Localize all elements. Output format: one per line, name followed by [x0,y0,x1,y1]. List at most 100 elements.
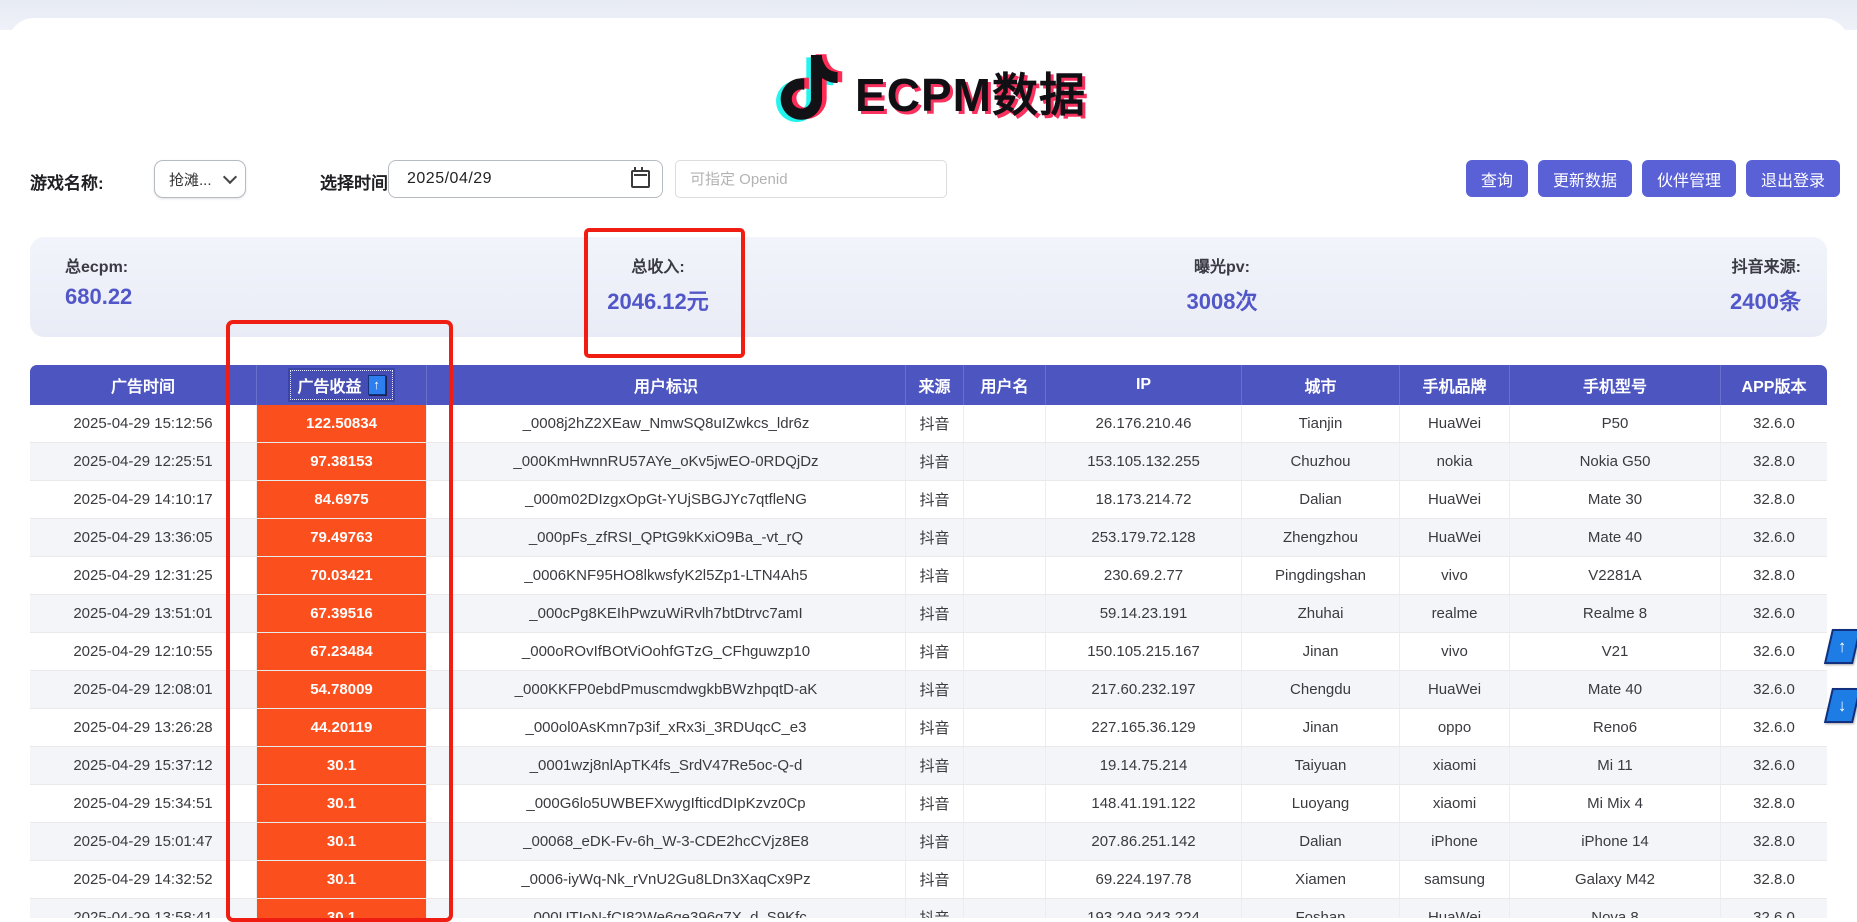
logout-button[interactable]: 退出登录 [1746,160,1840,197]
revenue-sort-control[interactable]: 广告收益↑ [290,370,392,400]
up-arrow-icon: ↑ [1838,637,1847,657]
table-cell: 2025-04-29 12:08:01 [30,671,257,708]
stat-label: 曝光pv: [1122,253,1322,277]
table-cell: 抖音 [906,709,964,746]
col-username: 用户名 [964,365,1046,405]
partner-manage-button[interactable]: 伙伴管理 [1642,160,1736,197]
table-cell: _000pFs_zfRSI_QPtG9kKxiO9Ba_-vt_rQ [427,519,906,556]
table-cell: _000oROvIfBOtViOohfGTzG_CFhguwzp10 [427,633,906,670]
table-row: 2025-04-29 15:37:1230.1_0001wzj8nlApTK4f… [30,747,1827,785]
table-cell: _000m02DIzgxOpGt-YUjSBGJYc7qtfleNG [427,481,906,518]
table-cell: Pingdingshan [1242,557,1400,594]
table-cell: 32.6.0 [1721,405,1827,442]
table-cell: Mi Mix 4 [1510,785,1721,822]
revenue-cell: 67.23484 [257,633,427,670]
table-cell: vivo [1400,557,1510,594]
table-cell: vivo [1400,633,1510,670]
table-cell: 抖音 [906,633,964,670]
stat-exposure-pv: 曝光pv: 3008次 [1122,253,1322,316]
table-row: 2025-04-29 14:10:1784.6975_000m02DIzgxOp… [30,481,1827,519]
calendar-icon[interactable] [631,170,650,188]
revenue-cell: 97.38153 [257,443,427,480]
stat-label: 抖音来源: [1601,253,1801,277]
table-cell: xiaomi [1400,785,1510,822]
table-cell: 148.41.191.122 [1046,785,1242,822]
table-cell [964,785,1046,822]
revenue-cell: 30.1 [257,861,427,898]
table-cell [964,861,1046,898]
table-cell: 32.8.0 [1721,861,1827,898]
table-cell: 150.105.215.167 [1046,633,1242,670]
date-value: 2025/04/29 [407,170,631,188]
table-cell: _000KKFP0ebdPmuscmdwgkbBWzhpqtD-aK [427,671,906,708]
table-cell: 2025-04-29 13:36:05 [30,519,257,556]
table-row: 2025-04-29 15:34:5130.1_000G6lo5UWBEFXwy… [30,785,1827,823]
table-cell [964,481,1046,518]
table-cell: 32.8.0 [1721,785,1827,822]
revenue-cell: 30.1 [257,823,427,860]
table-cell: iPhone 14 [1510,823,1721,860]
col-ip: IP [1046,365,1242,405]
col-ad-revenue[interactable]: 广告收益↑ [257,365,427,405]
table-cell [964,557,1046,594]
table-cell: 2025-04-29 15:12:56 [30,405,257,442]
stat-value: 3008次 [1122,284,1322,316]
revenue-cell: 30.1 [257,747,427,784]
query-button[interactable]: 查询 [1466,160,1528,197]
table-cell: 2025-04-29 15:34:51 [30,785,257,822]
col-user-id: 用户标识 [427,365,906,405]
game-select[interactable]: 抢滩... [154,160,246,198]
table-cell: 抖音 [906,595,964,632]
revenue-cell: 30.1 [257,785,427,822]
table-row: 2025-04-29 13:26:2844.20119_000ol0AsKmn7… [30,709,1827,747]
down-arrow-icon: ↓ [1838,696,1847,716]
table-cell [964,519,1046,556]
page-header: ECPM数据 [8,44,1849,140]
revenue-cell: 30.1 [257,899,427,918]
table-cell: Dalian [1242,823,1400,860]
table-cell: _0006-iyWq-Nk_rVnU2Gu8LDn3XaqCx9Pz [427,861,906,898]
table-cell: 抖音 [906,671,964,708]
table-cell: 抖音 [906,747,964,784]
table-cell: 227.165.36.129 [1046,709,1242,746]
table-cell: Taiyuan [1242,747,1400,784]
table-cell: _0008j2hZ2XEaw_NmwSQ8uIZwkcs_ldr6z [427,405,906,442]
game-select-value: 抢滩... [169,169,225,190]
table-row: 2025-04-29 12:25:5197.38153_000KmHwnnRU5… [30,443,1827,481]
table-cell: 32.8.0 [1721,481,1827,518]
table-cell: _000KmHwnnRU57AYe_oKv5jwEO-0RDQjDz [427,443,906,480]
table-cell: 18.173.214.72 [1046,481,1242,518]
table-cell: _000UTIoN-fCI82We6ge396g7X_d_S9Kfc [427,899,906,918]
table-cell [964,633,1046,670]
table-cell: 2025-04-29 13:58:41 [30,899,257,918]
refresh-data-button[interactable]: 更新数据 [1538,160,1632,197]
table-cell: 抖音 [906,899,964,918]
stat-label: 总ecpm: [65,253,132,277]
action-buttons: 查询 更新数据 伙伴管理 退出登录 [1466,160,1840,197]
revenue-cell: 67.39516 [257,595,427,632]
table-row: 2025-04-29 12:08:0154.78009_000KKFP0ebdP… [30,671,1827,709]
table-cell: 253.179.72.128 [1046,519,1242,556]
table-cell: HuaWei [1400,519,1510,556]
table-cell: V2281A [1510,557,1721,594]
table-cell: HuaWei [1400,899,1510,918]
table-cell: 抖音 [906,861,964,898]
openid-input[interactable] [675,160,947,198]
table-cell: Mate 40 [1510,671,1721,708]
table-cell: Mate 30 [1510,481,1721,518]
table-row: 2025-04-29 12:10:5567.23484_000oROvIfBOt… [30,633,1827,671]
date-input[interactable]: 2025/04/29 [388,160,663,198]
table-row: 2025-04-29 13:51:0167.39516_000cPg8KEIhP… [30,595,1827,633]
table-cell: 32.6.0 [1721,633,1827,670]
col-ad-time: 广告时间 [30,365,257,405]
table-cell: 2025-04-29 15:37:12 [30,747,257,784]
table-cell: 32.6.0 [1721,899,1827,918]
table-cell: HuaWei [1400,405,1510,442]
table-cell: P50 [1510,405,1721,442]
stats-panel: 总ecpm: 680.22 总收入: 2046.12元 曝光pv: 3008次 … [30,237,1827,337]
table-cell: 207.86.251.142 [1046,823,1242,860]
table-cell: realme [1400,595,1510,632]
table-cell: Foshan [1242,899,1400,918]
table-cell: oppo [1400,709,1510,746]
sort-ascending-badge[interactable]: ↑ [368,375,386,395]
